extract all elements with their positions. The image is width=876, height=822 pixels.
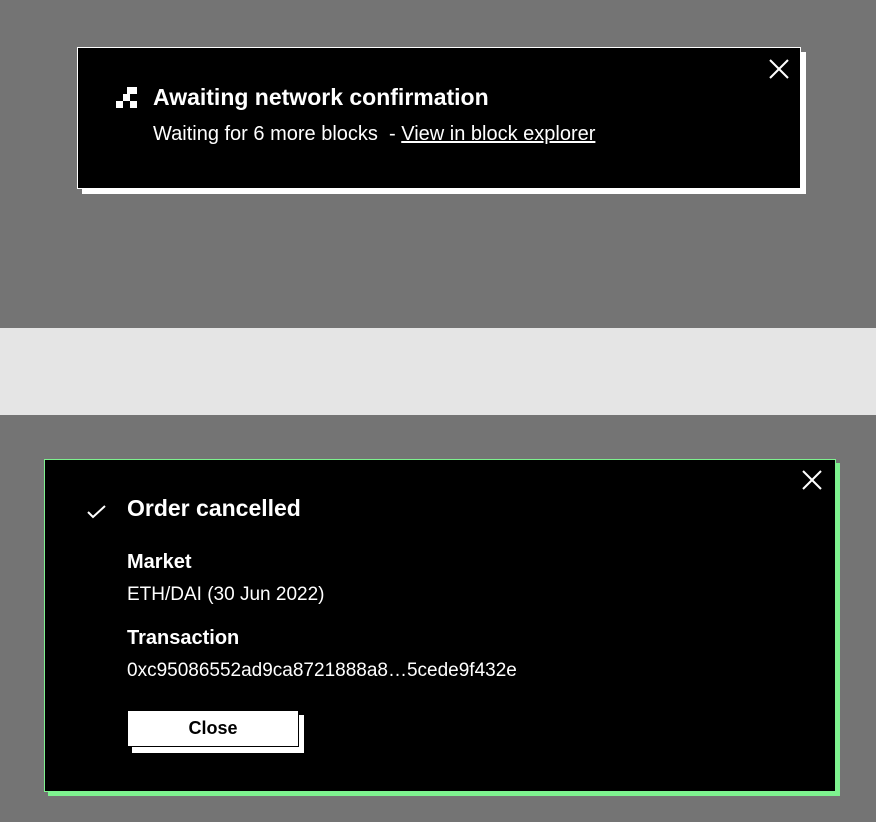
pending-toast: Awaiting network confirmation Waiting fo… bbox=[77, 47, 801, 189]
transaction-hash: 0xc95086552ad9ca8721888a8…5cede9f432e bbox=[127, 660, 517, 681]
pending-blocks-icon bbox=[116, 87, 137, 108]
pending-toast-message: Waiting for 6 more blocks - View in bloc… bbox=[153, 121, 595, 147]
market-label: Market bbox=[127, 551, 192, 573]
pending-toast-message-text: Waiting for 6 more blocks - bbox=[153, 123, 402, 145]
close-icon[interactable] bbox=[801, 469, 823, 491]
close-icon[interactable] bbox=[768, 58, 790, 80]
success-toast-title: Order cancelled bbox=[127, 495, 301, 521]
pending-toast-title: Awaiting network confirmation bbox=[153, 84, 489, 110]
success-toast: Order cancelled Market ETH/DAI (30 Jun 2… bbox=[44, 459, 836, 792]
market-value: ETH/DAI (30 Jun 2022) bbox=[127, 584, 325, 605]
block-explorer-link[interactable]: View in block explorer bbox=[401, 123, 595, 145]
close-button[interactable]: Close bbox=[127, 710, 299, 747]
check-icon bbox=[87, 505, 106, 519]
background-divider-band bbox=[0, 328, 876, 415]
transaction-label: Transaction bbox=[127, 627, 240, 649]
